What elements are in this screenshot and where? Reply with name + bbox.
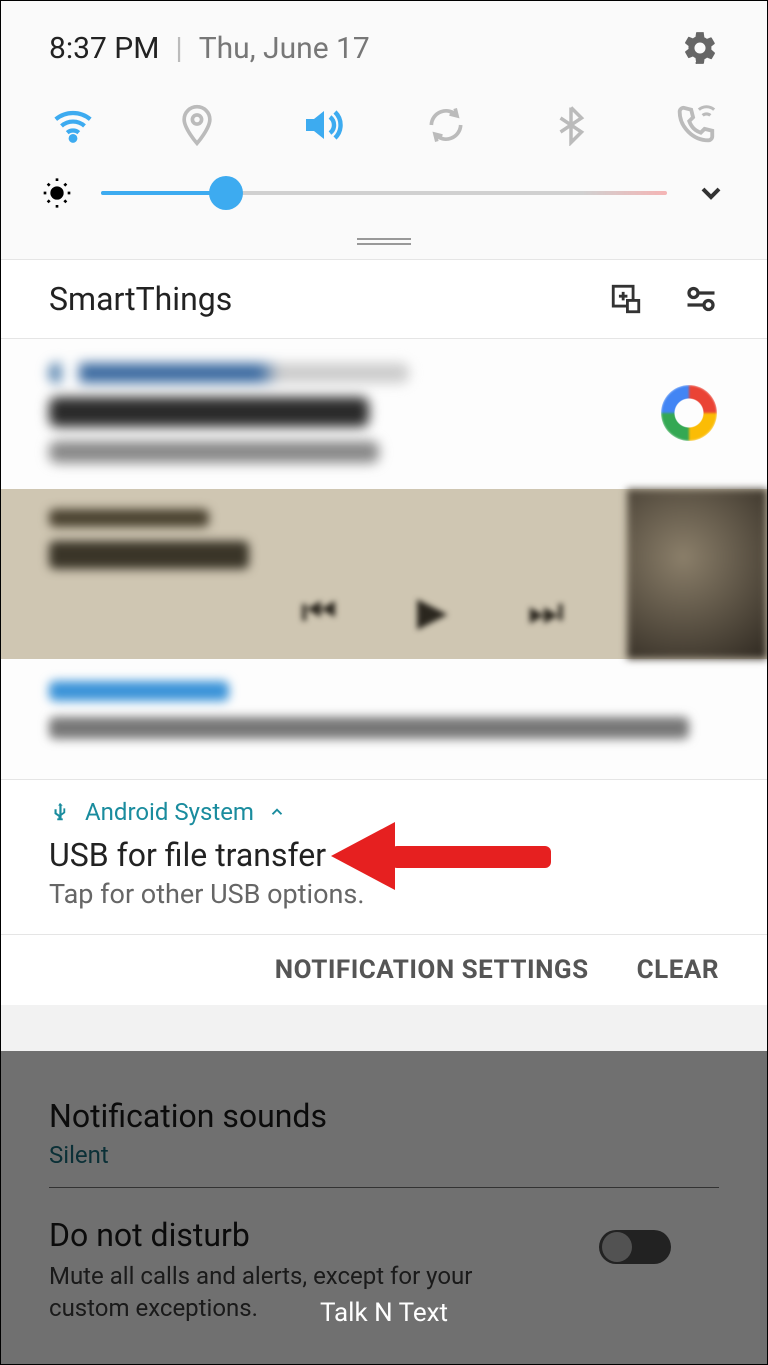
drag-handle[interactable] bbox=[1, 231, 767, 259]
previous-track-icon[interactable]: ⏮ bbox=[301, 588, 337, 635]
expand-brightness-icon[interactable] bbox=[695, 177, 727, 209]
notification-actions-row: NOTIFICATION SETTINGS CLEAR bbox=[1, 934, 767, 1005]
brightness-slider-thumb[interactable] bbox=[209, 176, 243, 210]
google-logo-icon bbox=[661, 385, 717, 441]
sound-icon[interactable] bbox=[298, 101, 346, 149]
brightness-icon bbox=[41, 177, 73, 209]
notification-sounds-setting[interactable]: Notification sounds Silent bbox=[49, 1079, 719, 1188]
album-art bbox=[627, 489, 767, 659]
next-track-icon[interactable]: ⏭ bbox=[528, 588, 564, 635]
blurred-media-notification: ⏮ ▶ ⏭ bbox=[1, 489, 767, 659]
usb-app-name: Android System bbox=[85, 798, 254, 826]
time-date-separator: | bbox=[175, 31, 182, 66]
notification-sounds-value: Silent bbox=[49, 1141, 719, 1169]
wifi-calling-icon[interactable] bbox=[671, 101, 719, 149]
blurred-notification-1 bbox=[1, 339, 767, 489]
quick-toggles-row bbox=[1, 77, 767, 161]
notification-settings-button[interactable]: NOTIFICATION SETTINGS bbox=[275, 955, 589, 985]
clock-time: 8:37 PM bbox=[49, 31, 159, 66]
auto-rotate-icon[interactable] bbox=[422, 101, 470, 149]
devices-icon[interactable] bbox=[609, 282, 643, 316]
status-bar: 8:37 PM | Thu, June 17 bbox=[1, 1, 767, 77]
smartthings-title: SmartThings bbox=[49, 280, 569, 318]
blurred-notification-3 bbox=[1, 659, 767, 779]
brightness-slider-fill bbox=[101, 191, 226, 195]
quick-settings-panel: 8:37 PM | Thu, June 17 bbox=[1, 1, 767, 259]
notification-sounds-title: Notification sounds bbox=[49, 1097, 719, 1135]
bluetooth-icon[interactable] bbox=[547, 101, 595, 149]
clock-date: Thu, June 17 bbox=[199, 31, 370, 66]
collapse-chevron-icon[interactable] bbox=[268, 803, 286, 821]
blurred-notifications: ⏮ ▶ ⏭ bbox=[1, 339, 767, 779]
usb-notification[interactable]: Android System USB for file transfer Tap… bbox=[1, 779, 767, 934]
brightness-row bbox=[1, 161, 767, 231]
settings-gear-icon[interactable] bbox=[681, 29, 719, 67]
play-icon[interactable]: ▶ bbox=[417, 588, 448, 635]
brightness-slider[interactable] bbox=[101, 191, 667, 195]
clear-button[interactable]: CLEAR bbox=[637, 955, 719, 985]
carrier-label: Talk N Text bbox=[320, 1298, 448, 1328]
tune-icon[interactable] bbox=[683, 281, 719, 317]
smartthings-row[interactable]: SmartThings bbox=[1, 259, 767, 339]
media-controls: ⏮ ▶ ⏭ bbox=[301, 588, 564, 635]
dnd-toggle[interactable] bbox=[599, 1230, 671, 1264]
location-icon[interactable] bbox=[173, 101, 221, 149]
usb-icon bbox=[49, 801, 71, 823]
annotation-arrow bbox=[331, 832, 551, 878]
wifi-icon[interactable] bbox=[49, 101, 97, 149]
